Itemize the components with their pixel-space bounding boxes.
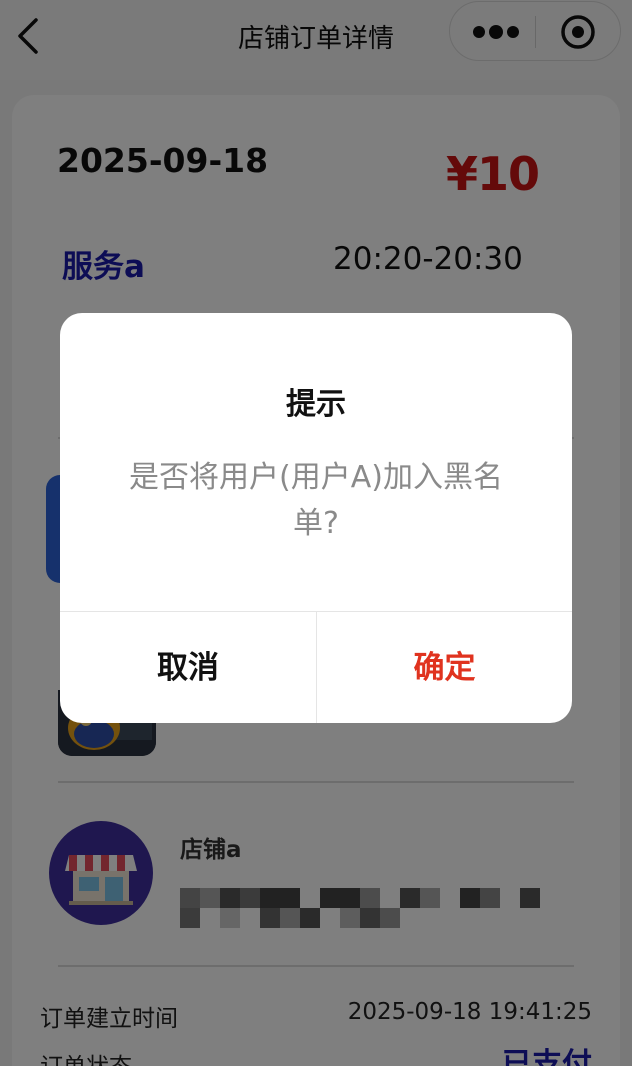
cancel-button[interactable]: 取消 [60, 612, 316, 723]
dialog-title: 提示 [286, 387, 346, 422]
dialog-actions: 取消 确定 [60, 611, 572, 723]
confirm-dialog: 提示 是否将用户(用户A)加入黑名单? 取消 确定 [60, 313, 572, 723]
confirm-button[interactable]: 确定 [316, 612, 572, 723]
dialog-message: 是否将用户(用户A)加入黑名单? [129, 460, 503, 541]
